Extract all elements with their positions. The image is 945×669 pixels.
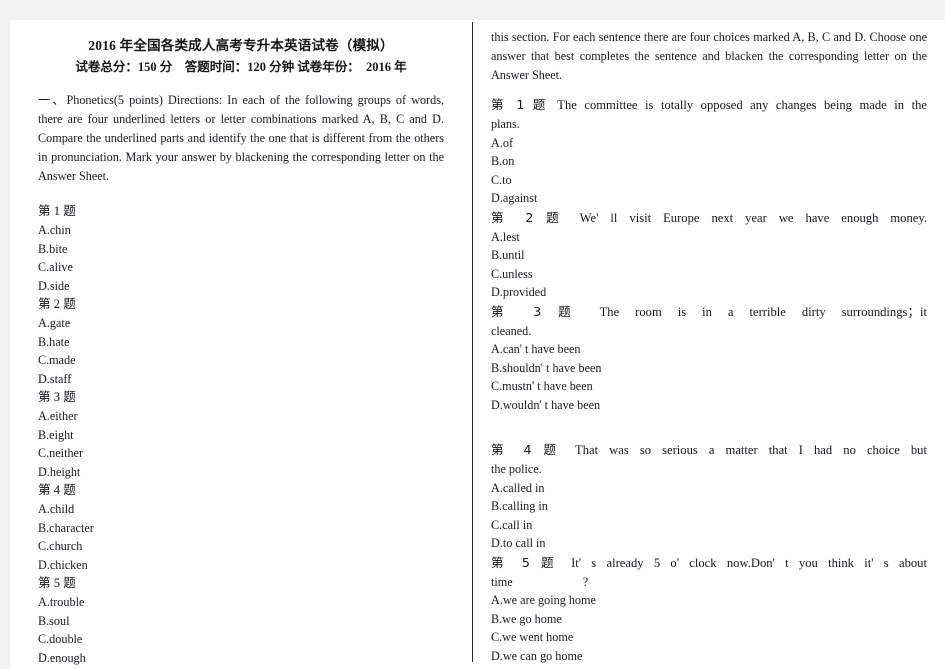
question-heading: 第 4 题 bbox=[38, 483, 76, 497]
question-stem-text: It' s already 5 o' clock now.Don' t you … bbox=[571, 555, 927, 570]
question-stem: 第 1 题 The committee is totally opposed a… bbox=[491, 95, 927, 115]
question-heading: 第 5 题 bbox=[38, 576, 76, 590]
option-c[interactable]: C.alive bbox=[38, 258, 444, 277]
question-stem: 第 2 题 We' ll visit Europe next year we h… bbox=[491, 208, 927, 228]
question-stem: 第 4 题 That was so serious a matter that … bbox=[491, 440, 927, 460]
option-b[interactable]: B.character bbox=[38, 519, 444, 538]
option-b[interactable]: B.eight bbox=[38, 426, 444, 445]
option-a[interactable]: A.called in bbox=[491, 479, 927, 498]
question-heading: 第 4 题 bbox=[491, 442, 564, 457]
question-stem-tail: plans. bbox=[491, 117, 520, 131]
question-stem-tail: time ? bbox=[491, 574, 589, 589]
option-a[interactable]: A.lest bbox=[491, 228, 927, 247]
option-c[interactable]: C.unless bbox=[491, 265, 927, 284]
question-stem-tail: cleaned. bbox=[491, 323, 532, 338]
option-a[interactable]: A.gate bbox=[38, 314, 444, 333]
option-d[interactable]: D.enough bbox=[38, 649, 444, 668]
option-a[interactable]: A.child bbox=[38, 500, 444, 519]
question-heading: 第 1 题 bbox=[38, 204, 76, 218]
question-block-5: 第 5 题 It' s already 5 o' clock now.Don' … bbox=[491, 553, 927, 666]
question-block-2: 第 2 题 We' ll visit Europe next year we h… bbox=[491, 208, 927, 302]
option-c[interactable]: C.neither bbox=[38, 444, 444, 463]
option-d[interactable]: D.height bbox=[38, 463, 444, 482]
section-two-directions-part2: this section. For each sentence there ar… bbox=[491, 30, 927, 82]
question-stem-text: We' ll visit Europe next year we have en… bbox=[579, 210, 927, 225]
option-b[interactable]: B.bite bbox=[38, 240, 444, 259]
question-stem: 第 3 题 The room is in a terrible dirty su… bbox=[491, 302, 927, 322]
question-block-3: 第 3 题 The room is in a terrible dirty su… bbox=[491, 302, 927, 415]
option-c[interactable]: C.call in bbox=[491, 516, 927, 535]
question-heading: 第 5 题 bbox=[491, 554, 561, 570]
option-a[interactable]: A.we are going home bbox=[491, 591, 927, 610]
option-c[interactable]: C.we went home bbox=[491, 628, 927, 647]
question-stem-text: The room is in a terrible dirty surround… bbox=[599, 304, 927, 319]
option-c[interactable]: C.made bbox=[38, 351, 444, 370]
option-b[interactable]: B.on bbox=[491, 152, 927, 171]
question-block-1: 第 1 题 The committee is totally opposed a… bbox=[491, 95, 927, 208]
question-heading: 第 3 题 bbox=[38, 390, 76, 404]
question-block-4: 第 4 题 That was so serious a matter that … bbox=[491, 440, 927, 553]
option-d[interactable]: D.against bbox=[491, 189, 927, 208]
option-d[interactable]: D.wouldn' t have been bbox=[491, 396, 927, 415]
option-d[interactable]: D.to call in bbox=[491, 534, 927, 553]
option-a[interactable]: A.can' t have been bbox=[491, 340, 927, 359]
right-column: this section. For each sentence there ar… bbox=[473, 20, 945, 665]
option-c[interactable]: C.double bbox=[38, 630, 444, 649]
option-b[interactable]: B.hate bbox=[38, 333, 444, 352]
option-b[interactable]: B.we go home bbox=[491, 610, 927, 629]
option-a[interactable]: A.chin bbox=[38, 221, 444, 240]
page-title: 2016 年全国各类成人高考专升本英语试卷（模拟） bbox=[88, 38, 394, 53]
question-stem-text: That was so serious a matter that I had … bbox=[575, 443, 927, 457]
option-a[interactable]: A.either bbox=[38, 407, 444, 426]
question-stem-tail: the police. bbox=[491, 462, 542, 476]
option-d[interactable]: D.chicken bbox=[38, 556, 444, 575]
option-c[interactable]: C.mustn' t have been bbox=[491, 377, 927, 396]
option-d[interactable]: D.provided bbox=[491, 283, 927, 302]
section-one-directions: 一、Phonetics(5 points) Directions: In eac… bbox=[38, 93, 444, 183]
option-b[interactable]: B.until bbox=[491, 246, 927, 265]
question-block-2: 第 2 题 A.gate B.hate C.made D.staff bbox=[38, 295, 444, 388]
option-b[interactable]: B.shouldn' t have been bbox=[491, 359, 927, 378]
option-d[interactable]: D.we can go home bbox=[491, 647, 927, 666]
question-heading: 第 3 题 bbox=[491, 303, 584, 319]
option-a[interactable]: A.of bbox=[491, 134, 927, 153]
question-stem: 第 5 题 It' s already 5 o' clock now.Don' … bbox=[491, 553, 927, 573]
option-b[interactable]: B.soul bbox=[38, 612, 444, 631]
option-d[interactable]: D.side bbox=[38, 277, 444, 296]
question-stem-text: The committee is totally opposed any cha… bbox=[557, 98, 927, 112]
question-heading: 第 1 题 bbox=[491, 97, 550, 112]
question-heading: 第 2 题 bbox=[491, 209, 568, 225]
option-c[interactable]: C.church bbox=[38, 537, 444, 556]
question-block-1: 第 1 题 A.chin B.bite C.alive D.side bbox=[38, 202, 444, 295]
option-a[interactable]: A.trouble bbox=[38, 593, 444, 612]
question-block-4: 第 4 题 A.child B.character C.church D.chi… bbox=[38, 481, 444, 574]
question-block-5: 第 5 题 A.trouble B.soul C.double D.enough bbox=[38, 574, 444, 667]
option-d[interactable]: D.staff bbox=[38, 370, 444, 389]
question-block-3: 第 3 题 A.either B.eight C.neither D.heigh… bbox=[38, 388, 444, 481]
page-subtitle: 试卷总分：150 分 答题时间：120 分钟 试卷年份： 2016 年 bbox=[75, 60, 407, 74]
question-heading: 第 2 题 bbox=[38, 297, 76, 311]
option-b[interactable]: B.calling in bbox=[491, 497, 927, 516]
exam-paper-page: 2016 年全国各类成人高考专升本英语试卷（模拟） 试卷总分：150 分 答题时… bbox=[10, 20, 945, 669]
option-c[interactable]: C.to bbox=[491, 171, 927, 190]
left-column: 2016 年全国各类成人高考专升本英语试卷（模拟） 试卷总分：150 分 答题时… bbox=[10, 20, 472, 669]
